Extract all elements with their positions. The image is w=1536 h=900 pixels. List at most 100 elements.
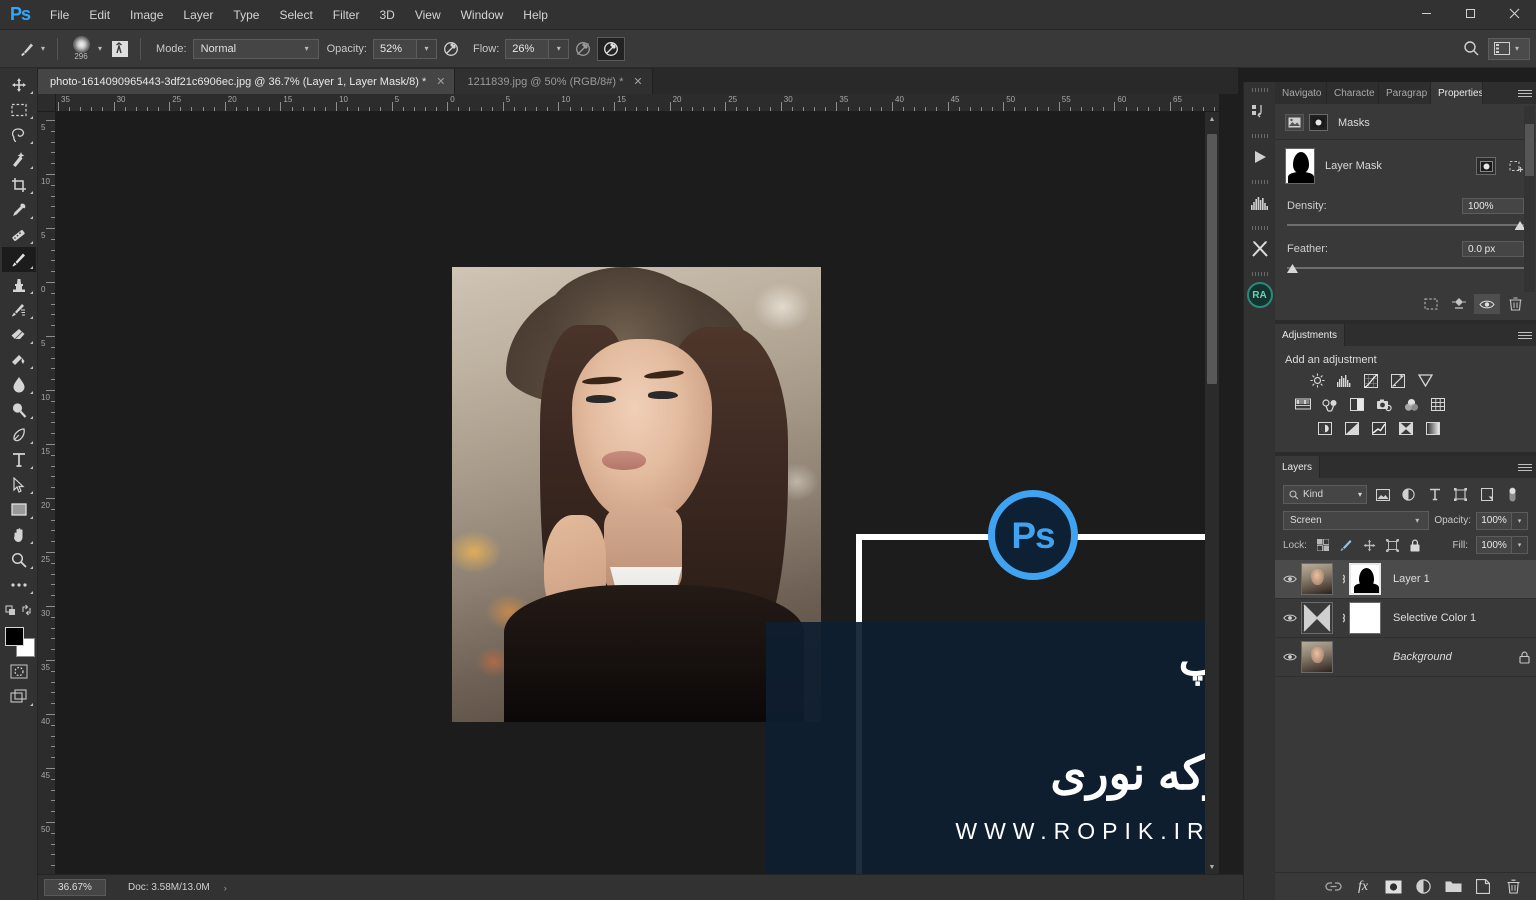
zoom-tool[interactable] xyxy=(2,547,36,572)
history-icon[interactable] xyxy=(1245,94,1275,128)
canvas-area[interactable]: Ps در فتوشاپ آموزش ساخت بوکه نوری WWW.RO… xyxy=(56,112,1219,874)
menu-filter[interactable]: Filter xyxy=(323,0,370,30)
ra-badge-icon[interactable]: RA xyxy=(1245,278,1275,312)
blend-mode-select[interactable]: Normal ▾ xyxy=(192,38,319,59)
shape-filter-icon[interactable] xyxy=(1450,485,1471,504)
pen-tool[interactable] xyxy=(2,422,36,447)
chevron-down-icon[interactable]: ▾ xyxy=(1512,511,1528,530)
rectangle-tool[interactable] xyxy=(2,497,36,522)
tab-properties[interactable]: Properties xyxy=(1431,82,1483,104)
new-adjustment-layer-icon[interactable] xyxy=(1414,878,1432,896)
menu-view[interactable]: View xyxy=(405,0,451,30)
feather-input[interactable]: 0.0 px xyxy=(1462,241,1524,257)
brightness-contrast-icon[interactable] xyxy=(1307,372,1327,389)
delete-layer-icon[interactable] xyxy=(1504,878,1522,896)
exposure-icon[interactable] xyxy=(1388,372,1408,389)
color-swatches[interactable] xyxy=(2,625,36,659)
toggle-mask-visibility-icon[interactable] xyxy=(1474,294,1500,314)
layer-visibility-toggle[interactable] xyxy=(1279,574,1301,584)
tools-icon[interactable] xyxy=(1245,232,1275,266)
crop-tool[interactable] xyxy=(2,172,36,197)
maximize-button[interactable] xyxy=(1448,0,1492,26)
workspace-switcher[interactable]: ▾ xyxy=(1487,37,1530,60)
menu-layer[interactable]: Layer xyxy=(173,0,223,30)
layer-row-layer-1[interactable]: Layer 1 xyxy=(1275,560,1536,599)
invert-icon[interactable] xyxy=(1315,420,1335,437)
pixel-mask-button[interactable] xyxy=(1285,114,1304,131)
adjustment-filter-icon[interactable] xyxy=(1398,485,1419,504)
chevron-down-icon[interactable]: ▾ xyxy=(1512,536,1528,554)
opacity-dropdown-icon[interactable]: ▾ xyxy=(416,38,437,59)
close-icon[interactable]: ✕ xyxy=(436,75,445,88)
layer-thumbnail[interactable] xyxy=(1301,563,1333,595)
hand-tool[interactable] xyxy=(2,522,36,547)
lock-artboard-icon[interactable] xyxy=(1383,537,1402,554)
histogram-icon[interactable] xyxy=(1245,186,1275,220)
canvas-vertical-scrollbar[interactable]: ▲ ▼ xyxy=(1205,112,1219,874)
tool-preset-caret-icon[interactable]: ▾ xyxy=(41,44,45,53)
opacity-pressure-toggle[interactable] xyxy=(437,37,465,61)
add-vector-mask-button[interactable] xyxy=(1506,157,1526,175)
posterize-icon[interactable] xyxy=(1342,420,1362,437)
zoom-level-field[interactable]: 36.67% xyxy=(44,879,106,896)
flow-input[interactable]: 26% xyxy=(505,38,550,59)
layer-thumbnail[interactable] xyxy=(1301,641,1333,673)
gradient-tool[interactable] xyxy=(2,347,36,372)
hue-saturation-icon[interactable] xyxy=(1293,396,1313,413)
dodge-tool[interactable] xyxy=(2,397,36,422)
search-icon[interactable] xyxy=(1458,37,1486,61)
threshold-icon[interactable] xyxy=(1369,420,1389,437)
scrollbar-thumb[interactable] xyxy=(1525,124,1534,176)
density-input[interactable]: 100% xyxy=(1462,198,1524,214)
filter-kind-select[interactable]: Kind ▾ xyxy=(1283,485,1367,504)
layer-style-fx-icon[interactable]: fx xyxy=(1354,878,1372,896)
layer-mask-thumbnail[interactable] xyxy=(1349,602,1381,634)
selective-color-icon[interactable] xyxy=(1396,420,1416,437)
layer-visibility-toggle[interactable] xyxy=(1279,613,1301,623)
lock-image-icon[interactable] xyxy=(1337,537,1356,554)
adjustment-layer-thumbnail[interactable] xyxy=(1301,602,1333,634)
history-brush-tool[interactable] xyxy=(2,297,36,322)
gradient-map-icon[interactable] xyxy=(1423,420,1443,437)
menu-3d[interactable]: 3D xyxy=(369,0,404,30)
channel-mixer-icon[interactable] xyxy=(1401,396,1421,413)
vibrance-icon[interactable] xyxy=(1415,372,1435,389)
clone-stamp-tool[interactable] xyxy=(2,272,36,297)
edit-toolbar-more-icon[interactable] xyxy=(2,572,36,597)
menu-select[interactable]: Select xyxy=(269,0,322,30)
fill-input[interactable]: 100% xyxy=(1476,536,1512,554)
tab-character[interactable]: Characte xyxy=(1327,82,1379,104)
minimize-button[interactable] xyxy=(1404,0,1448,26)
photo-filter-icon[interactable] xyxy=(1374,396,1394,413)
add-layer-mask-icon[interactable] xyxy=(1384,878,1402,896)
new-group-icon[interactable] xyxy=(1444,878,1462,896)
quick-mask-toggle-icon[interactable] xyxy=(2,659,36,684)
healing-brush-tool[interactable] xyxy=(2,222,36,247)
brush-settings-panel-icon[interactable] xyxy=(107,37,133,61)
tab-adjustments[interactable]: Adjustments xyxy=(1275,324,1346,346)
screen-mode-icon[interactable] xyxy=(2,684,36,709)
vertical-ruler[interactable]: 51050510152025303540455055 xyxy=(38,112,56,874)
load-selection-icon[interactable] xyxy=(1418,294,1444,314)
smart-object-filter-icon[interactable] xyxy=(1476,485,1497,504)
new-layer-icon[interactable] xyxy=(1474,878,1492,896)
blur-tool[interactable] xyxy=(2,372,36,397)
current-tool-brush-icon[interactable] xyxy=(14,37,40,61)
flow-dropdown-icon[interactable]: ▾ xyxy=(549,38,570,59)
smoothing-toggle[interactable] xyxy=(597,36,626,61)
link-icon[interactable] xyxy=(1337,611,1349,625)
feather-slider[interactable] xyxy=(1287,262,1524,276)
tab-paragraph[interactable]: Paragrap xyxy=(1379,82,1431,104)
menu-type[interactable]: Type xyxy=(223,0,269,30)
close-icon[interactable]: ✕ xyxy=(633,75,642,88)
type-filter-icon[interactable] xyxy=(1424,485,1445,504)
airbrush-toggle[interactable] xyxy=(569,37,597,61)
link-icon[interactable] xyxy=(1337,572,1349,586)
move-tool[interactable] xyxy=(2,72,36,97)
menu-edit[interactable]: Edit xyxy=(79,0,120,30)
menu-help[interactable]: Help xyxy=(513,0,558,30)
document-tab-active[interactable]: photo-1614090965443-3df21c6906ec.jpg @ 3… xyxy=(38,69,456,94)
vector-mask-button[interactable] xyxy=(1309,114,1328,131)
quick-selection-tool[interactable] xyxy=(2,147,36,172)
lock-transparency-icon[interactable] xyxy=(1314,537,1333,554)
